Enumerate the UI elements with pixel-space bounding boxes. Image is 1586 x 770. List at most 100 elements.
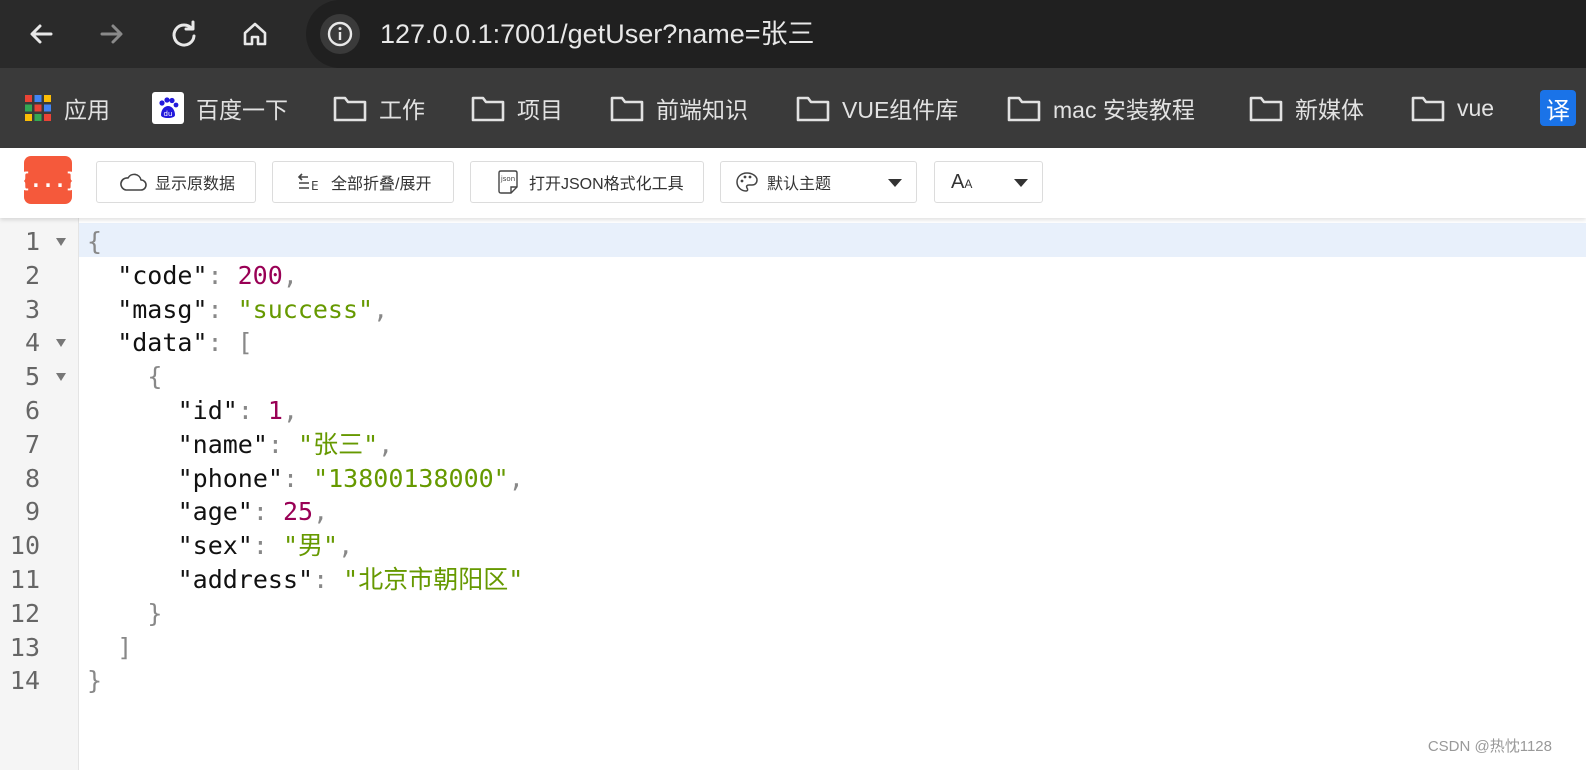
folder-icon [796, 94, 830, 122]
json-punctuation: { [147, 362, 163, 392]
show-raw-button[interactable]: 显示原数据 [96, 161, 256, 203]
json-punctuation: } [87, 666, 103, 696]
json-string: "张三" [298, 429, 379, 459]
json-file-icon: json [495, 169, 521, 195]
chevron-down-icon [1014, 179, 1028, 187]
home-icon [243, 22, 267, 46]
line-number: 8 [24, 463, 40, 493]
json-punctuation: : [237, 396, 268, 425]
json-string: "北京市朝阳区" [343, 565, 524, 594]
line-number: 12 [9, 598, 40, 628]
bookmark-label: 应用 [64, 97, 110, 123]
json-viewer-toolbar: {...} 显示原数据 E 全部折叠/展开 json 打开JSON格式化工具 默… [0, 148, 1586, 218]
forward-arrow-icon [100, 24, 123, 44]
line-number: 6 [24, 396, 40, 425]
json-punctuation: : [282, 463, 314, 493]
code-line-content: "code": 200, [117, 259, 298, 293]
home-button[interactable] [235, 14, 275, 54]
json-key: "address" [177, 565, 314, 594]
code-line-content: "id": 1, [178, 394, 298, 428]
json-punctuation: , [282, 396, 299, 425]
open-json-tool-button[interactable]: json 打开JSON格式化工具 [470, 161, 704, 203]
code-line-content: { [87, 225, 102, 259]
address-bar[interactable]: 127.0.0.1:7001/getUser?name=张三 [306, 0, 1586, 68]
json-punctuation: ] [117, 632, 133, 662]
fold-all-button[interactable]: E 全部折叠/展开 [272, 161, 454, 203]
bookmark-folder-projects[interactable]: 项目 [471, 88, 563, 128]
bookmark-folder-work[interactable]: 工作 [333, 88, 425, 128]
json-number: 1 [267, 396, 283, 425]
site-info-button[interactable] [320, 14, 360, 54]
cloud-icon [119, 172, 147, 192]
line-number: 4 [24, 328, 40, 358]
bookmark-label: 新媒体 [1295, 97, 1364, 123]
bookmark-folder-frontend[interactable]: 前端知识 [610, 88, 748, 128]
json-string: "success" [237, 294, 374, 324]
open-json-tool-label: 打开JSON格式化工具 [529, 176, 684, 193]
back-button[interactable] [21, 14, 61, 54]
bookmark-apps[interactable]: 应用 [24, 88, 110, 128]
line-number: 9 [24, 497, 40, 527]
reload-icon [172, 20, 196, 47]
forward-button[interactable] [92, 14, 132, 54]
json-punctuation: , [282, 260, 298, 290]
theme-label: 默认主题 [767, 176, 832, 193]
theme-select[interactable]: 默认主题 [720, 161, 917, 203]
line-number: 10 [9, 531, 40, 561]
json-punctuation: , [373, 294, 389, 324]
json-punctuation: { [87, 227, 103, 256]
svg-text:E: E [311, 179, 319, 192]
json-punctuation: , [338, 531, 354, 561]
fold-toggle-icon[interactable] [54, 225, 68, 259]
code-line-content: "phone": "13800138000", [178, 462, 524, 496]
folder-icon [610, 94, 644, 122]
json-key: "data" [117, 328, 208, 358]
bookmark-translate[interactable]: 译 [1540, 88, 1576, 128]
json-key: "id" [177, 396, 238, 425]
code-line-content: "sex": "男", [178, 529, 354, 563]
bookmark-folder-mac[interactable]: mac 安装教程 [1007, 88, 1195, 128]
bookmark-folder-vue-components[interactable]: VUE组件库 [796, 88, 958, 128]
json-punctuation: } [147, 598, 163, 628]
svg-text:du: du [164, 110, 173, 118]
json-punctuation: , [508, 463, 524, 493]
bookmark-label: 前端知识 [656, 97, 748, 123]
code-line-content: "masg": "success", [117, 293, 388, 327]
bookmark-folder-vue[interactable]: vue [1411, 88, 1494, 128]
bookmark-label: 工作 [379, 97, 425, 123]
code-line-content: ] [117, 631, 132, 665]
folder-icon [1411, 94, 1445, 122]
bookmark-folder-new-media[interactable]: 新媒体 [1249, 88, 1364, 128]
folder-icon [471, 94, 505, 122]
json-key: "sex" [177, 531, 253, 561]
fold-list-icon: E [297, 172, 323, 192]
json-punctuation: : [252, 497, 283, 527]
json-key: "code" [117, 260, 208, 290]
json-code-view: 1 {2 "code": 200, 3 "masg": "success", 4 "data… [0, 218, 1586, 770]
line-number: 2 [24, 260, 40, 290]
json-number: 200 [237, 260, 283, 290]
fold-all-label: 全部折叠/展开 [331, 176, 432, 193]
folder-icon [1007, 94, 1041, 122]
bookmarks-bar: 应用 du 百度一下 工作 项目 前端知识 VUE组件库 mac 安装教程 新媒… [0, 68, 1586, 148]
json-punctuation: , [313, 497, 329, 527]
bookmark-label: VUE组件库 [842, 97, 959, 123]
line-number: 14 [9, 666, 40, 696]
json-string: "13800138000" [313, 463, 509, 493]
bookmark-baidu[interactable]: du 百度一下 [152, 88, 288, 128]
bookmark-label: 项目 [517, 97, 563, 123]
fold-toggle-icon[interactable] [54, 360, 68, 394]
font-size-select[interactable]: AA [934, 161, 1043, 203]
code-line-content: "data": [ [117, 326, 252, 360]
translate-icon: 译 [1540, 90, 1576, 126]
bookmark-label: mac 安装教程 [1053, 97, 1195, 123]
code-line-content: "name": "张三", [178, 428, 394, 462]
baidu-icon: du [152, 92, 184, 124]
fold-toggle-icon[interactable] [54, 326, 68, 360]
json-viewer-logo: {...} [18, 156, 78, 204]
json-string: "男" [282, 531, 339, 561]
json-punctuation: , [378, 429, 394, 459]
url-text[interactable]: 127.0.0.1:7001/getUser?name=张三 [380, 15, 815, 53]
active-line-highlight [79, 223, 1586, 257]
reload-button[interactable] [164, 14, 204, 54]
